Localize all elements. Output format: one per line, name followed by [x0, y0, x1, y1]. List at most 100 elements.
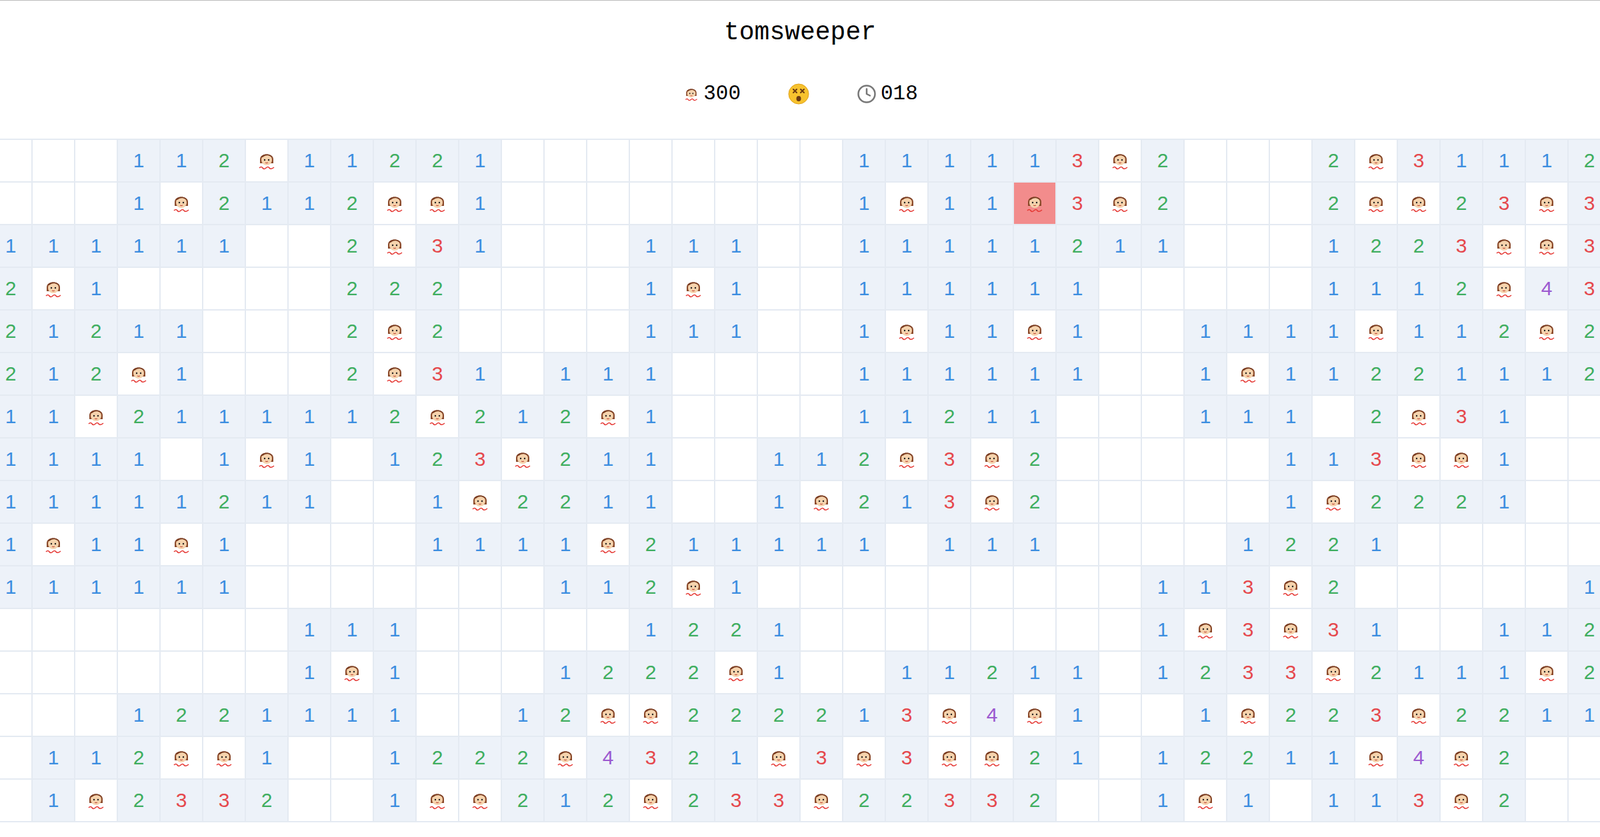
number-cell[interactable]: 3	[1227, 566, 1269, 608]
blank-cell[interactable]	[331, 481, 373, 523]
exploded-mine-cell[interactable]	[1014, 182, 1056, 224]
blank-cell[interactable]	[1312, 396, 1354, 438]
number-cell[interactable]: 1	[32, 225, 74, 267]
blank-cell[interactable]	[75, 182, 117, 224]
number-cell[interactable]: 1	[843, 310, 885, 352]
number-cell[interactable]: 1	[1355, 780, 1397, 822]
number-cell[interactable]: 1	[288, 140, 330, 182]
number-cell[interactable]: 2	[1270, 694, 1312, 736]
blank-cell[interactable]	[75, 140, 117, 182]
blank-cell[interactable]	[1184, 140, 1226, 182]
blank-cell[interactable]	[502, 182, 544, 224]
blank-cell[interactable]	[1184, 182, 1226, 224]
number-cell[interactable]: 2	[1014, 780, 1056, 822]
blank-cell[interactable]	[971, 609, 1013, 651]
number-cell[interactable]: 1	[246, 396, 288, 438]
blank-cell[interactable]	[587, 609, 629, 651]
number-cell[interactable]: 1	[630, 353, 672, 395]
blank-cell[interactable]	[1142, 524, 1184, 566]
number-cell[interactable]: 1	[118, 481, 160, 523]
blank-cell[interactable]	[587, 140, 629, 182]
number-cell[interactable]: 1	[160, 310, 202, 352]
number-cell[interactable]: 1	[246, 182, 288, 224]
number-cell[interactable]: 2	[331, 353, 373, 395]
blank-cell[interactable]	[160, 438, 202, 480]
number-cell[interactable]: 2	[331, 310, 373, 352]
number-cell[interactable]: 2	[1398, 225, 1440, 267]
number-cell[interactable]: 1	[203, 225, 245, 267]
mine-cell[interactable]	[1227, 353, 1269, 395]
number-cell[interactable]: 1	[1398, 310, 1440, 352]
blank-cell[interactable]	[1056, 609, 1098, 651]
number-cell[interactable]: 1	[459, 524, 501, 566]
blank-cell[interactable]	[1056, 780, 1098, 822]
blank-cell[interactable]	[1099, 737, 1141, 779]
number-cell[interactable]: 2	[1398, 353, 1440, 395]
blank-cell[interactable]	[416, 566, 458, 608]
number-cell[interactable]: 1	[160, 396, 202, 438]
number-cell[interactable]: 1	[1014, 353, 1056, 395]
blank-cell[interactable]	[1099, 353, 1141, 395]
number-cell[interactable]: 2	[886, 780, 928, 822]
blank-cell[interactable]	[459, 310, 501, 352]
blank-cell[interactable]	[246, 353, 288, 395]
number-cell[interactable]: 2	[1184, 652, 1226, 694]
mine-cell[interactable]	[118, 353, 160, 395]
blank-cell[interactable]	[1142, 694, 1184, 736]
number-cell[interactable]: 1	[715, 310, 757, 352]
number-cell[interactable]: 1	[544, 780, 586, 822]
blank-cell[interactable]	[118, 609, 160, 651]
number-cell[interactable]: 2	[502, 481, 544, 523]
number-cell[interactable]: 2	[843, 438, 885, 480]
blank-cell[interactable]	[1526, 566, 1568, 608]
number-cell[interactable]: 1	[1526, 609, 1568, 651]
number-cell[interactable]: 1	[886, 481, 928, 523]
number-cell[interactable]: 1	[630, 268, 672, 310]
number-cell[interactable]: 1	[32, 481, 74, 523]
number-cell[interactable]: 1	[203, 524, 245, 566]
number-cell[interactable]: 2	[374, 268, 416, 310]
number-cell[interactable]: 1	[502, 396, 544, 438]
number-cell[interactable]: 3	[1483, 182, 1525, 224]
blank-cell[interactable]	[1568, 438, 1600, 480]
number-cell[interactable]: 3	[1270, 652, 1312, 694]
number-cell[interactable]: 1	[843, 268, 885, 310]
number-cell[interactable]: 1	[1142, 609, 1184, 651]
blank-cell[interactable]	[1440, 609, 1482, 651]
number-cell[interactable]: 1	[1270, 310, 1312, 352]
number-cell[interactable]: 1	[1483, 140, 1525, 182]
blank-cell[interactable]	[928, 566, 970, 608]
blank-cell[interactable]	[800, 268, 842, 310]
number-cell[interactable]: 3	[1398, 140, 1440, 182]
blank-cell[interactable]	[1526, 396, 1568, 438]
number-cell[interactable]: 1	[118, 566, 160, 608]
blank-cell[interactable]	[0, 609, 32, 651]
number-cell[interactable]: 1	[416, 481, 458, 523]
blank-cell[interactable]	[672, 438, 714, 480]
number-cell[interactable]: 1	[459, 225, 501, 267]
number-cell[interactable]: 2	[160, 694, 202, 736]
mine-cell[interactable]	[374, 310, 416, 352]
number-cell[interactable]: 2	[1355, 225, 1397, 267]
blank-cell[interactable]	[1142, 353, 1184, 395]
number-cell[interactable]: 1	[75, 481, 117, 523]
number-cell[interactable]: 1	[715, 566, 757, 608]
blank-cell[interactable]	[1184, 524, 1226, 566]
number-cell[interactable]: 1	[928, 140, 970, 182]
blank-cell[interactable]	[672, 140, 714, 182]
blank-cell[interactable]	[630, 140, 672, 182]
mine-cell[interactable]	[374, 225, 416, 267]
blank-cell[interactable]	[502, 652, 544, 694]
mine-cell[interactable]	[971, 438, 1013, 480]
number-cell[interactable]: 1	[630, 609, 672, 651]
number-cell[interactable]: 1	[331, 694, 373, 736]
number-cell[interactable]: 2	[1398, 481, 1440, 523]
number-cell[interactable]: 3	[758, 780, 800, 822]
blank-cell[interactable]	[1440, 566, 1482, 608]
mine-cell[interactable]	[459, 780, 501, 822]
blank-cell[interactable]	[1526, 524, 1568, 566]
blank-cell[interactable]	[1184, 225, 1226, 267]
blank-cell[interactable]	[1568, 481, 1600, 523]
number-cell[interactable]: 1	[1184, 310, 1226, 352]
number-cell[interactable]: 2	[630, 566, 672, 608]
